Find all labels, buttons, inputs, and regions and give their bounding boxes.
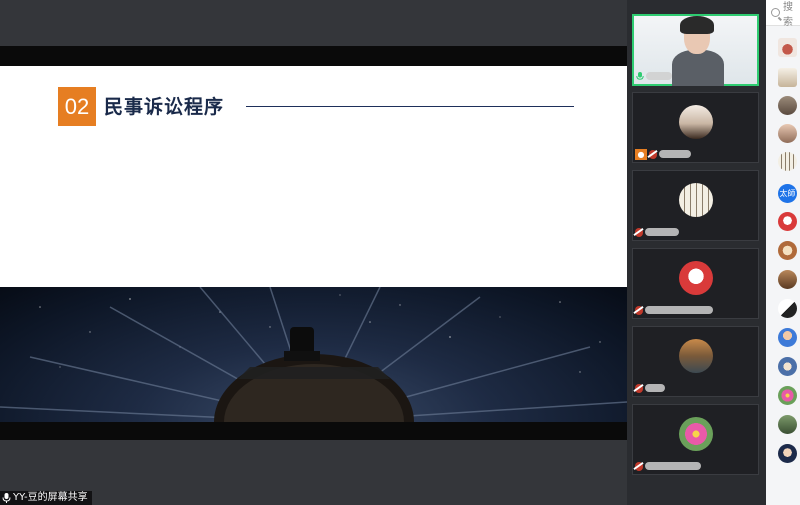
person-icon: ● xyxy=(635,148,647,160)
participant-tile-speaker[interactable] xyxy=(632,14,759,86)
participant-list-avatar[interactable] xyxy=(778,270,797,289)
participant-tile[interactable] xyxy=(632,326,759,397)
participant-tile[interactable] xyxy=(632,248,759,319)
participant-namebar xyxy=(636,71,672,81)
participant-search[interactable]: 搜索 xyxy=(766,0,800,28)
observatory-image xyxy=(0,287,627,422)
participant-tile[interactable]: ● xyxy=(632,92,759,163)
participant-video-column: ● xyxy=(627,0,766,505)
microphone-icon xyxy=(2,493,11,503)
participant-list-avatar[interactable] xyxy=(778,38,797,57)
section-number-badge: 02 xyxy=(58,87,96,126)
screen-share-area: 02 民事诉讼程序 YY-豆的屏幕共享 xyxy=(0,0,627,505)
participant-namebar xyxy=(635,305,713,315)
microphone-muted-icon xyxy=(635,383,643,393)
participant-list-avatar[interactable] xyxy=(778,357,797,376)
participant-tile[interactable] xyxy=(632,170,759,241)
microphone-on-icon xyxy=(636,71,644,80)
video-person-hair xyxy=(680,16,714,34)
participant-list-avatar[interactable] xyxy=(778,68,797,87)
participant-namebar xyxy=(635,461,701,471)
participant-avatar xyxy=(678,105,713,139)
microphone-muted-icon xyxy=(635,305,643,315)
participant-avatar xyxy=(678,183,713,217)
participant-list-avatar[interactable] xyxy=(778,444,797,463)
letterbox-bottom xyxy=(0,422,627,440)
participant-list-avatar[interactable] xyxy=(778,212,797,231)
meeting-window: 02 民事诉讼程序 YY-豆的屏幕共享 ● 搜索 太師 xyxy=(0,0,800,505)
participant-avatar xyxy=(678,417,713,451)
microphone-muted-icon xyxy=(635,227,643,237)
microphone-muted-icon xyxy=(649,149,657,159)
participant-name-blurred xyxy=(645,462,701,470)
share-bottom-bar xyxy=(0,440,627,505)
participant-list-avatar[interactable] xyxy=(778,124,797,143)
slide-title: 民事诉讼程序 xyxy=(104,96,225,118)
microphone-muted-icon xyxy=(635,461,643,471)
participant-list: 搜索 太師 xyxy=(766,0,800,505)
participant-name-blurred xyxy=(645,306,713,314)
participant-avatar xyxy=(678,339,713,373)
participant-name-blurred xyxy=(645,384,665,392)
title-divider-line xyxy=(246,106,574,107)
participant-name-blurred xyxy=(659,150,691,158)
search-placeholder: 搜索 xyxy=(783,1,793,28)
participant-list-avatar[interactable] xyxy=(778,328,797,347)
participant-list-avatar[interactable] xyxy=(778,386,797,405)
screen-share-label: YY-豆的屏幕共享 xyxy=(0,491,92,505)
participant-namebar: ● xyxy=(635,148,691,160)
participant-name-blurred xyxy=(646,72,672,80)
video-person-body xyxy=(672,50,724,86)
participant-name-blurred xyxy=(645,228,679,236)
participant-namebar xyxy=(635,383,665,393)
participant-list-avatar[interactable] xyxy=(778,152,797,171)
participant-list-avatar-badge[interactable]: 太師 xyxy=(778,184,797,203)
participant-avatar xyxy=(678,261,713,295)
search-icon xyxy=(771,8,780,17)
share-label-text: YY-豆的屏幕共享 xyxy=(13,492,88,503)
participant-list-avatar[interactable] xyxy=(778,96,797,115)
participant-list-avatar[interactable] xyxy=(778,241,797,260)
participant-tile[interactable] xyxy=(632,404,759,475)
participant-list-avatar[interactable] xyxy=(778,415,797,434)
share-top-bar xyxy=(0,0,627,46)
letterbox-top xyxy=(0,46,627,66)
observatory-illustration xyxy=(0,287,627,422)
participant-namebar xyxy=(635,227,679,237)
participant-list-avatar[interactable] xyxy=(778,299,797,318)
